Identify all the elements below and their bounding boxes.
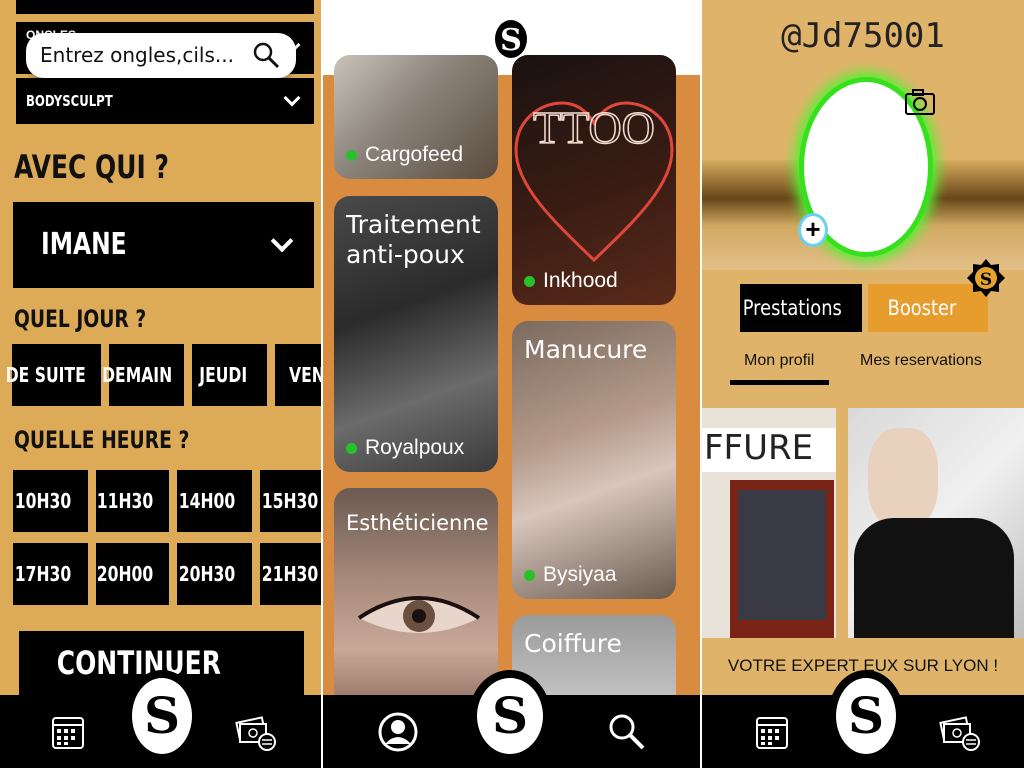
- day-option-de-suite[interactable]: DE SUITE: [5, 344, 101, 406]
- money-icon[interactable]: [234, 710, 278, 754]
- neon-heart-image: TTOO: [514, 101, 674, 263]
- shop-sign: FFURE: [702, 428, 836, 472]
- search-input[interactable]: [40, 41, 250, 69]
- online-dot: [524, 569, 535, 581]
- shop-label: Cargofeed: [346, 143, 463, 167]
- svg-text:S: S: [500, 23, 522, 58]
- chevron-down-icon: [270, 229, 294, 253]
- logo-icon: S: [495, 20, 527, 58]
- time-option[interactable]: 17H30: [13, 543, 88, 605]
- category-tile[interactable]: TTOO Inkhood: [512, 55, 676, 305]
- service-select-value: BODYSCULPT: [26, 92, 113, 110]
- gallery-photo-salon[interactable]: FFURE: [702, 408, 836, 638]
- profile-screen: @Jd75001 + Prestations Booster S Mon pro…: [702, 0, 1024, 768]
- search-bar[interactable]: [26, 33, 296, 78]
- search-icon[interactable]: [605, 710, 649, 754]
- category-name: Esthéticienne: [346, 511, 489, 535]
- time-option[interactable]: 14H00: [177, 470, 252, 532]
- time-option[interactable]: 21H30: [260, 543, 321, 605]
- gallery-photo-model[interactable]: [848, 408, 1024, 638]
- username: @Jd75001: [781, 16, 945, 56]
- home-logo-button[interactable]: S: [469, 670, 551, 762]
- time-option[interactable]: 15H30: [260, 470, 321, 532]
- online-dot: [346, 149, 357, 161]
- shop-label: Bysiyaa: [524, 563, 617, 587]
- logo-icon: S: [477, 678, 543, 754]
- online-dot: [346, 442, 357, 454]
- shop-label: Royalpoux: [346, 436, 464, 460]
- time-option[interactable]: 10H30: [13, 470, 88, 532]
- chevron-down-icon: [283, 89, 301, 107]
- time-option[interactable]: 20H30: [177, 543, 252, 605]
- time-heading: QUELLE HEURE ?: [14, 426, 190, 454]
- search-icon[interactable]: [252, 41, 280, 69]
- category-tile[interactable]: Esthéticienne: [334, 488, 498, 718]
- calendar-icon[interactable]: [750, 710, 794, 754]
- active-tab-indicator: [730, 380, 829, 385]
- category-name: Coiffure: [524, 629, 622, 658]
- tab-mon-profil[interactable]: Mon profil: [744, 352, 814, 370]
- badge-icon: S: [967, 259, 1005, 297]
- category-name: Manucure: [524, 335, 648, 364]
- time-option[interactable]: 11H30: [96, 470, 169, 532]
- with-who-heading: AVEC QUI ?: [14, 148, 169, 186]
- day-option-demain[interactable]: DEMAIN: [102, 344, 184, 406]
- category-tile[interactable]: Manucure Bysiyaa: [512, 321, 676, 599]
- category-name: Traitement anti-poux: [346, 210, 481, 269]
- calendar-icon[interactable]: [46, 710, 90, 754]
- day-heading: QUEL JOUR ?: [14, 305, 147, 333]
- category-tile[interactable]: Cargofeed: [334, 55, 498, 179]
- eye-image: [357, 596, 481, 633]
- tab-mes-reservations[interactable]: Mes reservations: [860, 352, 982, 370]
- home-logo-button[interactable]: S: [124, 670, 200, 762]
- add-photo-button[interactable]: +: [798, 213, 828, 247]
- service-select[interactable]: BODYSCULPT: [16, 78, 314, 124]
- staff-select[interactable]: IMANE: [13, 202, 314, 288]
- logo-icon: S: [836, 678, 896, 754]
- time-option[interactable]: 20H00: [96, 543, 169, 605]
- day-option-vendredi[interactable]: VEND: [275, 344, 321, 406]
- svg-text:S: S: [980, 270, 992, 290]
- category-tile[interactable]: Traitement anti-poux Royalpoux: [334, 196, 498, 472]
- storefront-image: [730, 480, 834, 638]
- staff-select-value: IMANE: [41, 227, 127, 262]
- booking-screen: ONCLES BODYSCULPT AVEC QUI ? IMANE QUEL …: [0, 0, 321, 768]
- online-dot: [524, 275, 535, 287]
- logo-icon: S: [132, 678, 192, 754]
- day-option-jeudi[interactable]: JEUDI: [192, 344, 267, 406]
- money-icon[interactable]: [938, 710, 982, 754]
- camera-icon[interactable]: [904, 86, 936, 118]
- prestations-tab[interactable]: Prestations: [740, 284, 862, 332]
- service-select-top[interactable]: [16, 0, 314, 14]
- category-grid: Cargofeed TTOO Inkhood Traitement anti-p…: [323, 55, 700, 725]
- shop-label: Inkhood: [524, 269, 618, 293]
- catalog-screen: S Cargofeed TTOO Inkhood Traitement anti…: [323, 0, 700, 768]
- user-icon[interactable]: [376, 710, 420, 754]
- home-logo-button[interactable]: S: [828, 670, 904, 762]
- svg-text:TTOO: TTOO: [533, 102, 655, 153]
